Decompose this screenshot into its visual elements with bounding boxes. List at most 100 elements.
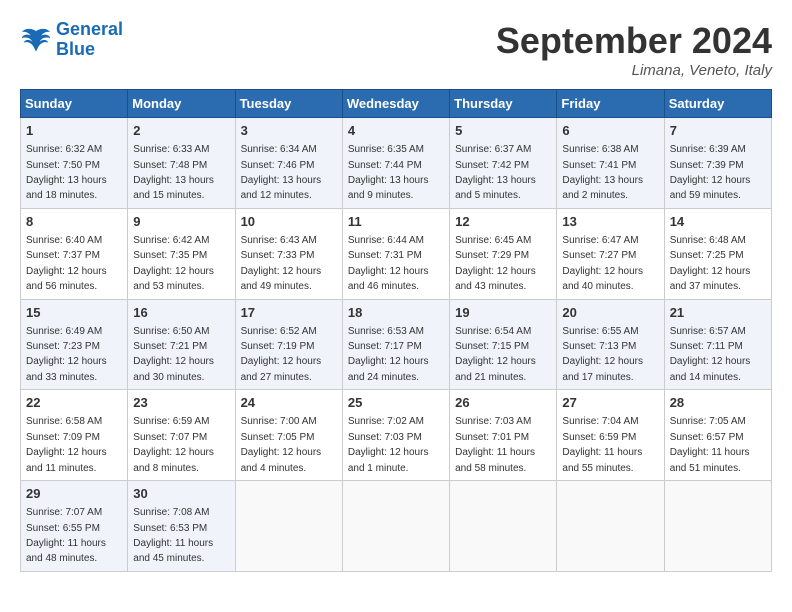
day-info: Sunrise: 6:58 AMSunset: 7:09 PMDaylight:… bbox=[26, 416, 107, 473]
calendar-week-3: 15 Sunrise: 6:49 AMSunset: 7:23 PMDaylig… bbox=[21, 299, 772, 390]
day-number: 7 bbox=[670, 122, 766, 140]
calendar-week-4: 22 Sunrise: 6:58 AMSunset: 7:09 PMDaylig… bbox=[21, 390, 772, 481]
calendar-cell: 12 Sunrise: 6:45 AMSunset: 7:29 PMDaylig… bbox=[450, 208, 557, 299]
day-info: Sunrise: 6:40 AMSunset: 7:37 PMDaylight:… bbox=[26, 235, 107, 292]
day-number: 30 bbox=[133, 485, 229, 503]
weekday-header-friday: Friday bbox=[557, 90, 664, 118]
day-number: 24 bbox=[241, 394, 337, 412]
day-info: Sunrise: 7:02 AMSunset: 7:03 PMDaylight:… bbox=[348, 416, 429, 473]
day-info: Sunrise: 6:55 AMSunset: 7:13 PMDaylight:… bbox=[562, 326, 643, 383]
day-number: 9 bbox=[133, 213, 229, 231]
calendar-cell: 30 Sunrise: 7:08 AMSunset: 6:53 PMDaylig… bbox=[128, 481, 235, 572]
calendar-cell: 17 Sunrise: 6:52 AMSunset: 7:19 PMDaylig… bbox=[235, 299, 342, 390]
day-number: 23 bbox=[133, 394, 229, 412]
calendar-cell: 9 Sunrise: 6:42 AMSunset: 7:35 PMDayligh… bbox=[128, 208, 235, 299]
day-number: 20 bbox=[562, 304, 658, 322]
day-info: Sunrise: 6:59 AMSunset: 7:07 PMDaylight:… bbox=[133, 416, 214, 473]
calendar-week-2: 8 Sunrise: 6:40 AMSunset: 7:37 PMDayligh… bbox=[21, 208, 772, 299]
calendar-cell: 3 Sunrise: 6:34 AMSunset: 7:46 PMDayligh… bbox=[235, 118, 342, 209]
calendar-cell: 19 Sunrise: 6:54 AMSunset: 7:15 PMDaylig… bbox=[450, 299, 557, 390]
calendar-cell: 8 Sunrise: 6:40 AMSunset: 7:37 PMDayligh… bbox=[21, 208, 128, 299]
day-info: Sunrise: 6:44 AMSunset: 7:31 PMDaylight:… bbox=[348, 235, 429, 292]
day-number: 27 bbox=[562, 394, 658, 412]
calendar-cell bbox=[342, 481, 449, 572]
day-info: Sunrise: 7:03 AMSunset: 7:01 PMDaylight:… bbox=[455, 416, 535, 473]
day-info: Sunrise: 6:53 AMSunset: 7:17 PMDaylight:… bbox=[348, 326, 429, 383]
calendar-week-1: 1 Sunrise: 6:32 AMSunset: 7:50 PMDayligh… bbox=[21, 118, 772, 209]
day-number: 28 bbox=[670, 394, 766, 412]
calendar-cell: 21 Sunrise: 6:57 AMSunset: 7:11 PMDaylig… bbox=[664, 299, 771, 390]
calendar-cell: 24 Sunrise: 7:00 AMSunset: 7:05 PMDaylig… bbox=[235, 390, 342, 481]
day-info: Sunrise: 7:08 AMSunset: 6:53 PMDaylight:… bbox=[133, 507, 213, 564]
day-number: 15 bbox=[26, 304, 122, 322]
calendar-cell bbox=[557, 481, 664, 572]
day-number: 21 bbox=[670, 304, 766, 322]
calendar-cell bbox=[450, 481, 557, 572]
day-info: Sunrise: 6:42 AMSunset: 7:35 PMDaylight:… bbox=[133, 235, 214, 292]
day-number: 2 bbox=[133, 122, 229, 140]
day-number: 12 bbox=[455, 213, 551, 231]
day-info: Sunrise: 6:39 AMSunset: 7:39 PMDaylight:… bbox=[670, 144, 751, 201]
page-header: General Blue September 2024 Limana, Vene… bbox=[20, 20, 772, 79]
weekday-header-sunday: Sunday bbox=[21, 90, 128, 118]
day-info: Sunrise: 6:49 AMSunset: 7:23 PMDaylight:… bbox=[26, 326, 107, 383]
weekday-header-thursday: Thursday bbox=[450, 90, 557, 118]
logo-text: General Blue bbox=[56, 20, 123, 60]
day-info: Sunrise: 6:47 AMSunset: 7:27 PMDaylight:… bbox=[562, 235, 643, 292]
day-number: 29 bbox=[26, 485, 122, 503]
logo-icon bbox=[20, 26, 52, 54]
day-info: Sunrise: 7:00 AMSunset: 7:05 PMDaylight:… bbox=[241, 416, 322, 473]
weekday-header-monday: Monday bbox=[128, 90, 235, 118]
calendar-cell: 23 Sunrise: 6:59 AMSunset: 7:07 PMDaylig… bbox=[128, 390, 235, 481]
day-info: Sunrise: 6:35 AMSunset: 7:44 PMDaylight:… bbox=[348, 144, 429, 201]
day-info: Sunrise: 6:57 AMSunset: 7:11 PMDaylight:… bbox=[670, 326, 751, 383]
day-info: Sunrise: 6:38 AMSunset: 7:41 PMDaylight:… bbox=[562, 144, 643, 201]
calendar-cell: 7 Sunrise: 6:39 AMSunset: 7:39 PMDayligh… bbox=[664, 118, 771, 209]
day-number: 14 bbox=[670, 213, 766, 231]
month-title: September 2024 bbox=[496, 20, 772, 62]
day-number: 13 bbox=[562, 213, 658, 231]
day-number: 17 bbox=[241, 304, 337, 322]
calendar-cell: 11 Sunrise: 6:44 AMSunset: 7:31 PMDaylig… bbox=[342, 208, 449, 299]
calendar-header-row: SundayMondayTuesdayWednesdayThursdayFrid… bbox=[21, 90, 772, 118]
calendar-cell: 2 Sunrise: 6:33 AMSunset: 7:48 PMDayligh… bbox=[128, 118, 235, 209]
day-number: 26 bbox=[455, 394, 551, 412]
calendar-cell: 10 Sunrise: 6:43 AMSunset: 7:33 PMDaylig… bbox=[235, 208, 342, 299]
weekday-header-tuesday: Tuesday bbox=[235, 90, 342, 118]
calendar-cell: 1 Sunrise: 6:32 AMSunset: 7:50 PMDayligh… bbox=[21, 118, 128, 209]
calendar-cell: 18 Sunrise: 6:53 AMSunset: 7:17 PMDaylig… bbox=[342, 299, 449, 390]
day-info: Sunrise: 7:05 AMSunset: 6:57 PMDaylight:… bbox=[670, 416, 750, 473]
day-number: 10 bbox=[241, 213, 337, 231]
day-info: Sunrise: 6:32 AMSunset: 7:50 PMDaylight:… bbox=[26, 144, 107, 201]
calendar-cell bbox=[235, 481, 342, 572]
day-number: 6 bbox=[562, 122, 658, 140]
day-info: Sunrise: 7:07 AMSunset: 6:55 PMDaylight:… bbox=[26, 507, 106, 564]
calendar-cell bbox=[664, 481, 771, 572]
day-number: 16 bbox=[133, 304, 229, 322]
title-block: September 2024 Limana, Veneto, Italy bbox=[496, 20, 772, 79]
day-number: 25 bbox=[348, 394, 444, 412]
calendar-cell: 28 Sunrise: 7:05 AMSunset: 6:57 PMDaylig… bbox=[664, 390, 771, 481]
calendar-table: SundayMondayTuesdayWednesdayThursdayFrid… bbox=[20, 89, 772, 572]
day-number: 8 bbox=[26, 213, 122, 231]
day-number: 19 bbox=[455, 304, 551, 322]
day-info: Sunrise: 6:34 AMSunset: 7:46 PMDaylight:… bbox=[241, 144, 322, 201]
calendar-cell: 13 Sunrise: 6:47 AMSunset: 7:27 PMDaylig… bbox=[557, 208, 664, 299]
logo: General Blue bbox=[20, 20, 123, 60]
weekday-header-wednesday: Wednesday bbox=[342, 90, 449, 118]
day-info: Sunrise: 6:43 AMSunset: 7:33 PMDaylight:… bbox=[241, 235, 322, 292]
calendar-cell: 16 Sunrise: 6:50 AMSunset: 7:21 PMDaylig… bbox=[128, 299, 235, 390]
calendar-cell: 15 Sunrise: 6:49 AMSunset: 7:23 PMDaylig… bbox=[21, 299, 128, 390]
calendar-cell: 26 Sunrise: 7:03 AMSunset: 7:01 PMDaylig… bbox=[450, 390, 557, 481]
day-info: Sunrise: 7:04 AMSunset: 6:59 PMDaylight:… bbox=[562, 416, 642, 473]
calendar-cell: 14 Sunrise: 6:48 AMSunset: 7:25 PMDaylig… bbox=[664, 208, 771, 299]
day-info: Sunrise: 6:54 AMSunset: 7:15 PMDaylight:… bbox=[455, 326, 536, 383]
calendar-cell: 25 Sunrise: 7:02 AMSunset: 7:03 PMDaylig… bbox=[342, 390, 449, 481]
calendar-week-5: 29 Sunrise: 7:07 AMSunset: 6:55 PMDaylig… bbox=[21, 481, 772, 572]
calendar-cell: 29 Sunrise: 7:07 AMSunset: 6:55 PMDaylig… bbox=[21, 481, 128, 572]
weekday-header-saturday: Saturday bbox=[664, 90, 771, 118]
day-number: 11 bbox=[348, 213, 444, 231]
day-info: Sunrise: 6:50 AMSunset: 7:21 PMDaylight:… bbox=[133, 326, 214, 383]
day-info: Sunrise: 6:37 AMSunset: 7:42 PMDaylight:… bbox=[455, 144, 536, 201]
day-number: 22 bbox=[26, 394, 122, 412]
